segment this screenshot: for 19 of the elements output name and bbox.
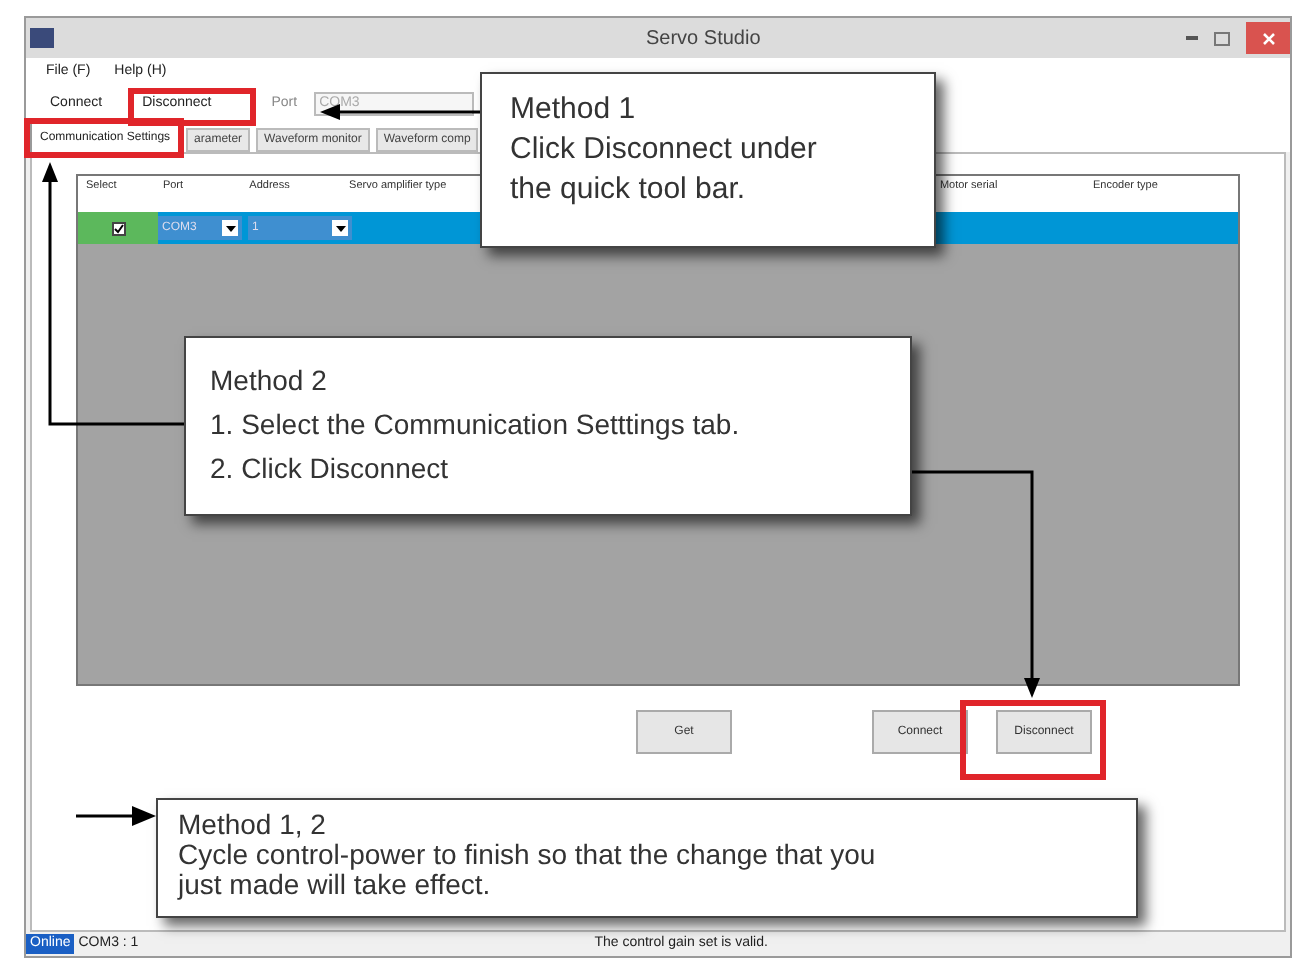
callout-text: the quick tool bar. bbox=[510, 170, 748, 210]
close-icon bbox=[1261, 31, 1275, 45]
callout-text: just made will take effect. bbox=[178, 870, 493, 900]
callout-text: Cycle control-power to finish so that the change that you bbox=[178, 840, 878, 870]
callout-text: 2. Click Disconnect bbox=[210, 450, 451, 488]
window-title: Servo Studio bbox=[646, 25, 761, 53]
callout-text: Method 2 bbox=[210, 362, 329, 400]
callout-text: Click Disconnect under bbox=[510, 130, 819, 170]
app-logo-icon bbox=[30, 28, 54, 48]
callout-text: Method 1, 2 bbox=[178, 810, 328, 840]
caret-icon bbox=[222, 220, 238, 236]
checkbox[interactable] bbox=[111, 221, 125, 235]
caret-icon bbox=[332, 220, 348, 236]
highlight-frame bbox=[128, 88, 256, 126]
maximize-icon[interactable] bbox=[1214, 31, 1230, 45]
arrow bbox=[76, 806, 156, 826]
callout-text: Method 1 bbox=[510, 90, 638, 130]
close-button[interactable] bbox=[1246, 22, 1290, 54]
callout-text: 1. Select the Communication Setttings tab. bbox=[210, 406, 742, 444]
